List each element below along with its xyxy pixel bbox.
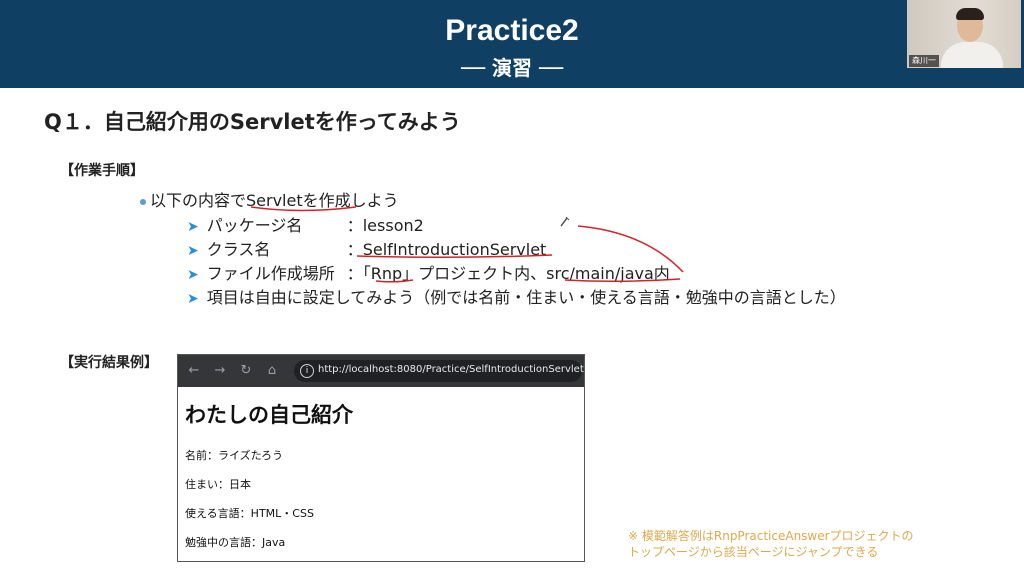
step-item-package: ➤ パッケージ名 ：lesson2 (187, 212, 424, 236)
arrow-icon: ➤ (187, 267, 199, 283)
pencil-icon (560, 216, 570, 227)
reload-icon[interactable]: ↻ (238, 362, 254, 380)
arrow-icon: ➤ (187, 291, 199, 307)
browser-window: ← → ↻ ⌂ i http://localhost:8080/Practice… (177, 354, 585, 562)
answer-note-line2: トップページから該当ページにジャンプできる (628, 545, 879, 559)
forward-icon[interactable]: → (212, 362, 228, 380)
result-label: 【実行結果例】 (60, 355, 158, 371)
info-icon[interactable]: i (300, 364, 314, 378)
steps-bullet-text: 以下の内容でServletを作成しよう (150, 191, 399, 210)
profile-line-name: 名前：ライズたろう (185, 449, 284, 462)
answer-note-line1: ※ 模範解答例はRnpPracticeAnswerプロジェクトの (628, 529, 914, 543)
address-url: http://localhost:8080/Practice/SelfIntro… (318, 364, 584, 375)
back-icon[interactable]: ← (186, 362, 202, 380)
step-value: ：「Rnp」プロジェクト内、src/main/java内 (346, 264, 670, 283)
presenter-name: 森川一 (909, 55, 939, 67)
step-value: ：SelfIntroductionServlet (346, 240, 547, 259)
step-key: パッケージ名 (206, 216, 303, 235)
profile-line-studying: 勉強中の言語：Java (185, 536, 286, 549)
step-item-class: ➤ クラス名 ：SelfIntroductionServlet (187, 236, 546, 260)
step-value: 項目は自由に設定してみよう（例では名前・住まい・使える言語・勉強中の言語とした） (206, 288, 846, 307)
step-item-fields: ➤ 項目は自由に設定してみよう（例では名前・住まい・使える言語・勉強中の言語とした… (187, 284, 846, 308)
answer-note: ※ 模範解答例はRnpPracticeAnswerプロジェクトの トップページか… (628, 528, 968, 560)
page-heading: わたしの自己紹介 (185, 403, 353, 427)
arrow-icon: ➤ (187, 219, 199, 235)
slide-header: Practice2 ── 演習 ── (0, 0, 1024, 88)
profile-line-residence: 住まい：日本 (185, 478, 251, 491)
webcam-overlay: 森川一 (907, 0, 1021, 68)
home-icon[interactable]: ⌂ (264, 362, 280, 380)
slide-subtitle: ── 演習 ── (460, 56, 564, 80)
arrow-icon: ➤ (187, 243, 199, 259)
question-title: Q１．自己紹介用のServletを作ってみよう (44, 110, 461, 134)
presenter-hair (956, 8, 984, 20)
slide-title: Practice2 (445, 14, 579, 47)
profile-line-languages: 使える言語：HTML・CSS (185, 507, 314, 520)
step-key: ファイル作成場所 (206, 264, 335, 283)
steps-label: 【作業手順】 (60, 163, 144, 179)
bullet-dot-icon (140, 198, 146, 205)
browser-toolbar: ← → ↻ ⌂ i http://localhost:8080/Practice… (178, 355, 584, 387)
address-bar[interactable]: i http://localhost:8080/Practice/SelfInt… (294, 360, 584, 382)
steps-bullet: 以下の内容でServletを作成しよう (140, 187, 399, 211)
step-value: ：lesson2 (346, 216, 424, 235)
step-key: クラス名 (206, 240, 271, 259)
step-item-location: ➤ ファイル作成場所 ：「Rnp」プロジェクト内、src/main/java内 (187, 260, 670, 284)
